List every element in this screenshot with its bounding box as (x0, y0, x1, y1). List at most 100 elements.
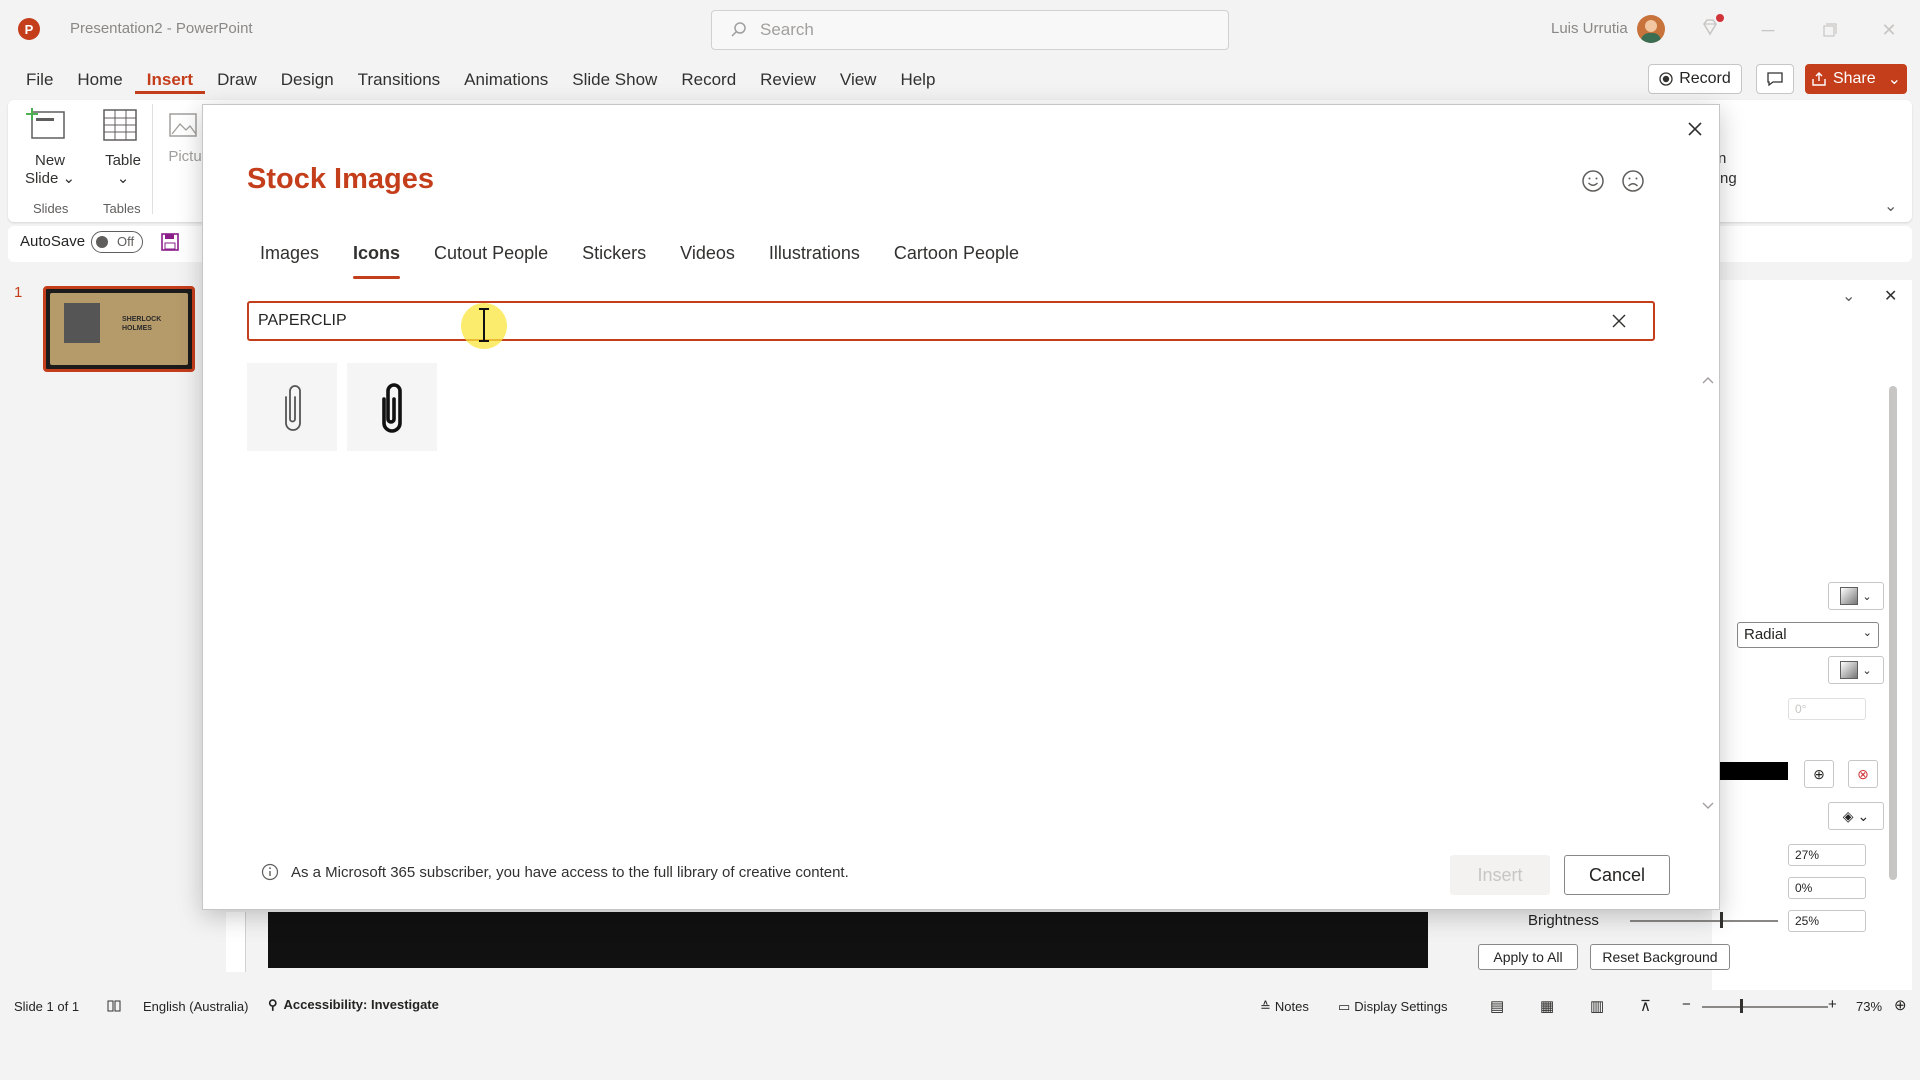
menu-home[interactable]: Home (65, 64, 134, 94)
autosave-label: AutoSave (20, 233, 86, 250)
save-icon[interactable] (160, 232, 180, 252)
close-icon[interactable] (1681, 115, 1709, 143)
window-title: Presentation2 - PowerPoint (70, 20, 253, 37)
add-stop-icon[interactable]: ⊕ (1804, 760, 1834, 788)
subscriber-info: As a Microsoft 365 subscriber, you have … (261, 863, 849, 881)
avatar[interactable] (1637, 15, 1665, 43)
apply-to-all-button[interactable]: Apply to All (1478, 944, 1578, 970)
menu-review[interactable]: Review (748, 64, 828, 94)
paperclip-result-bold[interactable] (347, 363, 437, 451)
direction-picker[interactable]: ⌄ (1828, 656, 1884, 684)
vertical-ruler (226, 912, 246, 972)
accessibility-status[interactable]: ⚲ Accessibility: Investigate (268, 997, 439, 1013)
brightness-label: Brightness (1528, 912, 1599, 929)
new-slide-icon (26, 108, 65, 139)
tab-illustrations[interactable]: Illustrations (756, 239, 873, 279)
paperclip-result-thin[interactable] (247, 363, 337, 451)
menu-record[interactable]: Record (669, 64, 748, 94)
comments-button[interactable] (1756, 64, 1794, 94)
paperclip-bold-icon (382, 383, 402, 433)
text-cursor-icon (476, 305, 492, 345)
language-status[interactable]: English (Australia) (143, 999, 249, 1014)
transparency-input[interactable]: 0% (1788, 877, 1866, 899)
menu-draw[interactable]: Draw (205, 64, 269, 94)
pane-scrollbar[interactable] (1889, 386, 1897, 880)
menu-help[interactable]: Help (888, 64, 947, 94)
brightness-slider[interactable] (1630, 920, 1778, 922)
brightness-input[interactable]: 25% (1788, 910, 1866, 932)
table-button[interactable]: Table ⌄ (100, 106, 146, 187)
notes-button[interactable]: ≙ Notes (1260, 999, 1309, 1015)
zoom-in-icon[interactable]: + (1828, 996, 1837, 1013)
slide-canvas[interactable] (268, 912, 1428, 968)
tab-videos[interactable]: Videos (667, 239, 748, 279)
gradient-stops-bar[interactable] (1720, 762, 1788, 780)
insert-button[interactable]: Insert (1450, 855, 1550, 895)
tab-stickers[interactable]: Stickers (569, 239, 659, 279)
fill-color-picker[interactable]: ⌄ (1828, 582, 1884, 610)
chevron-down-icon[interactable]: ⌄ (1888, 69, 1901, 89)
minimize-icon[interactable]: ─ (1756, 18, 1780, 42)
menu-transitions[interactable]: Transitions (346, 64, 453, 94)
position-input[interactable]: 27% (1788, 844, 1866, 866)
menu-insert[interactable]: Insert (134, 64, 206, 94)
menu-bar: File Home Insert Draw Design Transitions… (14, 64, 947, 94)
search-input[interactable]: Search (711, 10, 1229, 50)
remove-stop-icon[interactable]: ⊗ (1848, 760, 1878, 788)
normal-view-icon[interactable]: ▤ (1490, 997, 1504, 1015)
tab-images[interactable]: Images (247, 239, 332, 279)
user-name[interactable]: Luis Urrutia (1551, 20, 1628, 37)
fit-to-window-icon[interactable]: ⊕ (1894, 996, 1907, 1014)
ribbon-partial-label-2: ng (1720, 170, 1737, 187)
display-icon: ▭ (1338, 999, 1351, 1014)
brightness-slider-thumb[interactable] (1720, 912, 1723, 928)
spellcheck-icon[interactable] (106, 998, 122, 1014)
clear-search-icon[interactable] (1609, 311, 1629, 331)
menu-design[interactable]: Design (269, 64, 346, 94)
comment-icon (1767, 72, 1783, 87)
zoom-slider-thumb[interactable] (1740, 999, 1743, 1013)
zoom-slider[interactable] (1702, 1006, 1828, 1008)
scroll-down-icon[interactable] (1701, 801, 1715, 811)
tab-icons[interactable]: Icons (340, 239, 413, 279)
ribbon-collapse-icon[interactable]: ⌄ (1884, 196, 1897, 216)
slide-thumbnail[interactable]: SHERLOCK HOLMES (43, 286, 195, 372)
angle-input[interactable]: 0° (1788, 698, 1866, 720)
maximize-icon[interactable] (1817, 18, 1841, 42)
frown-feedback-icon[interactable] (1621, 169, 1645, 193)
ribbon-divider (152, 104, 153, 214)
stock-images-dialog: Stock Images Images Icons Cutout People … (202, 104, 1720, 910)
menu-animations[interactable]: Animations (452, 64, 560, 94)
display-settings-button[interactable]: ▭ Display Settings (1338, 999, 1448, 1015)
record-label: Record (1679, 70, 1731, 87)
record-button[interactable]: Record (1648, 64, 1742, 94)
zoom-level[interactable]: 73% (1856, 999, 1882, 1014)
menu-view[interactable]: View (828, 64, 889, 94)
stop-color-picker[interactable]: ◈ ⌄ (1828, 802, 1884, 830)
group-tables: Tables (103, 201, 141, 216)
cancel-button[interactable]: Cancel (1564, 855, 1670, 895)
close-window-icon[interactable]: ✕ (1877, 18, 1901, 42)
share-button[interactable]: Share ⌄ (1805, 64, 1907, 94)
reset-background-button[interactable]: Reset Background (1590, 944, 1730, 970)
pane-close-icon[interactable]: ✕ (1884, 286, 1897, 306)
accessibility-icon: ⚲ (268, 997, 278, 1012)
stock-search-field[interactable] (247, 301, 1655, 341)
pane-options-chevron-icon[interactable]: ⌄ (1842, 286, 1855, 306)
new-slide-button[interactable]: New Slide ⌄ (24, 104, 76, 187)
pictures-button[interactable]: Pictu (168, 110, 202, 165)
tab-cutout-people[interactable]: Cutout People (421, 239, 561, 279)
slide-sorter-icon[interactable]: ▦ (1540, 997, 1554, 1015)
stock-search-input[interactable] (258, 312, 1578, 330)
gradient-type-select[interactable]: Radial ⌄ (1737, 622, 1879, 648)
reading-view-icon[interactable]: ▥ (1590, 997, 1604, 1015)
zoom-out-icon[interactable]: − (1682, 996, 1691, 1013)
tab-cartoon-people[interactable]: Cartoon People (881, 239, 1032, 279)
menu-slide-show[interactable]: Slide Show (560, 64, 669, 94)
slideshow-icon[interactable]: ⊼ (1640, 997, 1651, 1015)
autosave-toggle[interactable]: Off (91, 231, 143, 253)
search-placeholder: Search (760, 20, 814, 39)
menu-file[interactable]: File (14, 64, 65, 94)
smile-feedback-icon[interactable] (1581, 169, 1605, 193)
scroll-up-icon[interactable] (1701, 375, 1715, 385)
